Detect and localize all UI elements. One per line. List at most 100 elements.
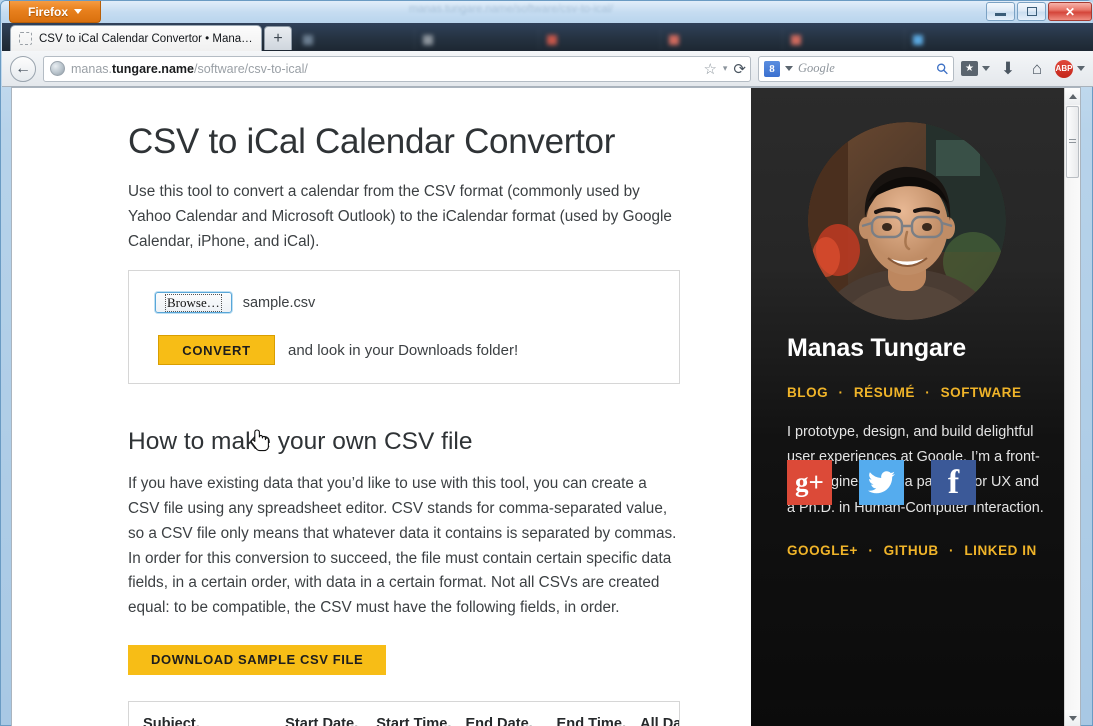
table-header-cell: Start Date, — [285, 715, 359, 726]
firefox-menu-button[interactable]: Firefox — [9, 1, 101, 23]
main-column: CSV to iCal Calendar Convertor Use this … — [12, 88, 751, 726]
facebook-icon[interactable]: f — [931, 460, 976, 505]
page-favicon-icon — [19, 32, 32, 45]
chevron-down-icon — [1077, 66, 1085, 71]
tab-strip: CSV to iCal Calendar Convertor • Manas .… — [2, 23, 1093, 51]
convert-hint-text: and look in your Downloads folder! — [288, 341, 519, 359]
browse-button[interactable]: Browse… — [155, 292, 232, 314]
browser-window: manas.tungare.name/software/csv-to-ical/… — [0, 0, 1093, 726]
table-header-cell: End Time, — [556, 715, 627, 726]
chevron-down-icon — [74, 9, 82, 14]
convert-button[interactable]: CONVERT — [158, 335, 275, 366]
csv-sample-table: Subject, Start Date, Start Time, End Dat… — [143, 712, 680, 726]
upload-form-card: Browse… sample.csv CONVERT and look in y… — [128, 270, 680, 385]
google-plus-icon[interactable]: g+ — [787, 460, 832, 505]
table-header-cell: Start Time, — [376, 715, 452, 726]
intro-paragraph: Use this tool to convert a calendar from… — [128, 183, 672, 250]
twitter-icon[interactable] — [859, 460, 904, 505]
window-maximize-button[interactable] — [1017, 2, 1046, 21]
sidebar-link-blog[interactable]: BLOG — [787, 385, 828, 400]
tab-favicon-icon — [423, 34, 433, 45]
convert-button-label: CONVERT — [182, 342, 251, 358]
maximize-icon — [1026, 7, 1037, 16]
profile-name: Manas Tungare — [787, 334, 966, 362]
download-sample-csv-button[interactable]: DOWNLOAD SAMPLE CSV FILE — [128, 644, 387, 675]
scroll-up-button[interactable] — [1065, 88, 1080, 105]
download-arrow-icon: ⬇ — [1000, 58, 1016, 78]
convert-row: CONVERT and look in your Downloads folde… — [158, 335, 663, 366]
search-input[interactable]: Google — [798, 61, 932, 76]
tab-favicon-icon — [547, 34, 557, 45]
background-tab-1[interactable] — [294, 28, 412, 51]
page-title: CSV to iCal Calendar Convertor — [128, 122, 616, 161]
tab-favicon-icon — [669, 34, 679, 45]
bookmark-star-icon[interactable]: ☆ — [703, 60, 716, 78]
active-tab-label: CSV to iCal Calendar Convertor • Manas .… — [39, 32, 253, 45]
twitter-bird-glyph — [868, 471, 895, 494]
sidebar-link-github[interactable]: GITHUB — [884, 543, 939, 558]
chevron-down-icon — [982, 66, 990, 71]
downloads-button[interactable]: ⬇ — [997, 59, 1019, 79]
section-paragraph: If you have existing data that you’d lik… — [128, 475, 677, 617]
tab-favicon-icon — [913, 34, 923, 45]
download-button-label: DOWNLOAD SAMPLE CSV FILE — [151, 652, 364, 668]
google-engine-icon[interactable]: 8 — [764, 60, 780, 77]
tab-favicon-icon — [791, 34, 801, 45]
grip-icon — [1069, 139, 1076, 145]
link-separator: · — [925, 385, 931, 400]
file-picker-row: Browse… sample.csv — [155, 292, 663, 314]
background-tab-5[interactable] — [782, 28, 902, 51]
reload-icon[interactable]: ⟳ — [733, 60, 746, 78]
address-bar[interactable]: manas.tungare.name/software/csv-to-ical/… — [43, 55, 751, 82]
window-minimize-button[interactable] — [986, 2, 1015, 21]
chevron-down-icon[interactable] — [785, 66, 793, 71]
page-scrollbar[interactable] — [1064, 88, 1080, 726]
table-header-cell: All Day, — [640, 715, 680, 726]
adblock-icon: ABP — [1055, 59, 1073, 78]
home-button[interactable]: ⌂ — [1026, 59, 1048, 79]
plus-icon: + — [273, 29, 283, 47]
arrow-left-icon: ← — [15, 59, 31, 77]
window-close-button[interactable]: ✕ — [1048, 2, 1092, 21]
chevron-down-icon — [1068, 716, 1077, 721]
navigation-toolbar: ← manas.tungare.name/software/csv-to-ica… — [2, 51, 1093, 87]
tab-favicon-icon — [303, 34, 313, 45]
sidebar-link-resume[interactable]: RÉSUMÉ — [854, 385, 915, 400]
bookmarks-menu-button[interactable]: ★ — [961, 61, 990, 76]
url-host: tungare.name — [112, 61, 194, 76]
chevron-down-icon[interactable]: ▾ — [723, 63, 728, 74]
minimize-icon — [995, 13, 1006, 16]
new-tab-button[interactable]: + — [264, 26, 292, 50]
scroll-down-button[interactable] — [1065, 710, 1080, 726]
link-separator: · — [949, 542, 955, 558]
tab-csv-to-ical[interactable]: CSV to iCal Calendar Convertor • Manas .… — [10, 25, 262, 51]
search-bar[interactable]: 8 Google ⚲ — [758, 55, 954, 82]
link-separator: · — [868, 542, 874, 558]
google-plus-glyph: g+ — [795, 467, 824, 497]
sidebar-link-googleplus[interactable]: GOOGLE+ — [787, 543, 858, 558]
section-title: How to make your own CSV file — [128, 428, 473, 456]
sidebar-content: Manas Tungare BLOG · RÉSUMÉ · SOFTWARE I… — [787, 334, 1045, 578]
background-tab-6[interactable] — [904, 28, 1064, 51]
social-links: g+ f — [787, 460, 976, 505]
sidebar-link-software[interactable]: SOFTWARE — [941, 385, 1022, 400]
window-titlebar: manas.tungare.name/software/csv-to-ical/… — [1, 1, 1093, 23]
browse-button-label: Browse… — [165, 293, 222, 312]
back-button[interactable]: ← — [10, 55, 36, 82]
background-tab-3[interactable] — [538, 28, 658, 51]
facebook-glyph: f — [947, 463, 960, 501]
search-icon[interactable]: ⚲ — [932, 58, 953, 79]
adblock-plus-button[interactable]: ABP — [1055, 59, 1085, 78]
selected-file-name: sample.csv — [242, 294, 316, 311]
url-text: manas.tungare.name/software/csv-to-ical/ — [71, 62, 697, 76]
sidebar-link-linkedin[interactable]: LINKED IN — [964, 543, 1036, 558]
page-content: CSV to iCal Calendar Convertor Use this … — [12, 88, 1066, 726]
avatar-photo — [808, 122, 1006, 320]
close-icon: ✕ — [1064, 4, 1076, 19]
globe-icon — [50, 61, 65, 76]
background-tab-2[interactable] — [414, 28, 536, 51]
background-tab-4[interactable] — [660, 28, 780, 51]
link-separator: · — [838, 385, 844, 400]
scrollbar-thumb[interactable] — [1066, 106, 1079, 178]
bookmarks-star-icon: ★ — [961, 61, 978, 76]
